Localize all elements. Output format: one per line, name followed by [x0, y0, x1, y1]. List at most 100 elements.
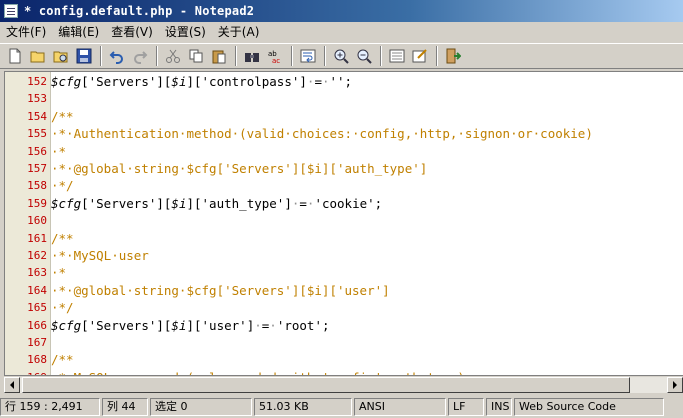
line-number-gutter: 152 153 154 155 156 157 158 159 160 161 162 163 164 1… — [5, 72, 51, 375]
code-editor[interactable]: 152 153 154 155 156 157 158 159 160 161 162 163 164 1… — [4, 71, 683, 376]
line-number: 157 — [27, 162, 47, 175]
code-token: ·*·@global·string·$cfg['Servers'][$i]['u… — [51, 282, 390, 298]
code-line: ·*·Authentication·method·(valid·choices:… — [51, 125, 593, 142]
code-token: ·*·Authentication·method·(valid·choices:… — [51, 126, 593, 142]
code-token: $i — [171, 317, 187, 333]
redo-button[interactable] — [129, 45, 151, 67]
code-line: ·*·MySQL·user — [51, 247, 149, 264]
undo-button[interactable] — [106, 45, 128, 67]
line-number: 169 — [5, 369, 47, 375]
menu-bar: 文件(F) 编辑(E) 查看(V) 设置(S) 关于(A) — [0, 22, 683, 42]
code-line: /** — [51, 351, 74, 368]
find-button[interactable] — [241, 45, 263, 67]
code-token: /** — [51, 108, 74, 124]
toolbar-separator — [380, 46, 382, 66]
new-file-icon — [9, 48, 21, 64]
replace-button[interactable]: ab ac — [264, 45, 286, 67]
code-token: ·*/ — [51, 300, 74, 316]
menu-about[interactable]: 关于(A) — [212, 23, 266, 41]
code-token: ['Servers'][ — [81, 317, 172, 333]
replace-icon: abac — [268, 50, 280, 64]
toolbar-separator — [291, 46, 293, 66]
notepad-app-icon[interactable] — [4, 4, 18, 18]
line-number: 153 — [27, 92, 47, 106]
line-number: 160 — [27, 214, 47, 228]
line-number: 163 — [27, 266, 47, 280]
scroll-thumb[interactable] — [22, 377, 630, 393]
code-token: ·* — [51, 143, 67, 159]
browse-button[interactable] — [50, 45, 72, 67]
arrow-right-icon — [673, 381, 677, 389]
cut-button[interactable] — [162, 45, 184, 67]
menu-settings[interactable]: 设置(S) — [159, 23, 212, 41]
code-line: ·*/ — [51, 177, 74, 194]
open-button[interactable] — [27, 45, 49, 67]
paste-icon — [212, 50, 226, 64]
code-line: ·*/ — [51, 299, 74, 316]
toolbar-separator — [235, 46, 237, 66]
zoom-in-icon — [334, 49, 349, 64]
status-encoding[interactable]: ANSI — [354, 397, 446, 416]
window-title: * config.default.php - Notepad2 — [24, 4, 255, 18]
status-line: 行 159 : 2,491 — [0, 397, 100, 416]
exit-button[interactable] — [442, 45, 464, 67]
toolbar-separator — [436, 46, 438, 66]
svg-text:ac: ac — [272, 57, 280, 64]
line-number: 161 — [27, 231, 47, 245]
scheme-icon — [389, 49, 405, 63]
word-wrap-button[interactable] — [297, 45, 319, 67]
menu-edit[interactable]: 编辑(E) — [52, 23, 105, 41]
zoom-out-icon — [357, 49, 372, 64]
redo-icon — [134, 51, 148, 64]
code-token: ]['controlpass'] — [186, 74, 307, 89]
find-icon — [245, 53, 259, 62]
code-line: ·* — [51, 143, 66, 160]
line-number: 165 — [27, 301, 47, 315]
line-number: 166 — [27, 318, 47, 332]
line-number: 164 — [27, 283, 47, 297]
code-token: $cfg — [51, 74, 82, 89]
code-token: ·* — [51, 265, 67, 281]
code-token: ·*·@global·string·$cfg['Servers'][$i]['a… — [51, 161, 428, 176]
new-file-button[interactable] — [4, 45, 26, 67]
scroll-left-button[interactable] — [4, 377, 20, 393]
code-token: $i — [171, 195, 187, 211]
code-token: · — [321, 74, 330, 89]
code-line: /** — [51, 230, 74, 247]
copy-button[interactable] — [185, 45, 207, 67]
code-token: ·*/ — [51, 178, 74, 194]
line-number: 162 — [27, 249, 47, 262]
title-bar[interactable]: * config.default.php - Notepad2 — [0, 0, 683, 22]
code-line: ·* — [51, 264, 66, 281]
horizontal-scrollbar[interactable] — [4, 376, 683, 393]
code-token: = — [314, 74, 322, 89]
status-syntax-scheme[interactable]: Web Source Code — [514, 397, 664, 416]
status-insert-mode[interactable]: INS — [486, 397, 512, 416]
open-folder-icon — [30, 51, 45, 63]
code-line: ·*·@global·string·$cfg['Servers'][$i]['a… — [51, 160, 427, 177]
status-file-size: 51.03 KB — [254, 397, 352, 416]
zoom-out-button[interactable] — [353, 45, 375, 67]
code-token: 'root'; — [276, 317, 330, 333]
zoom-in-button[interactable] — [330, 45, 352, 67]
status-selection: 选定 0 — [150, 397, 252, 416]
code-token: $cfg — [51, 195, 82, 211]
code-token: $i — [171, 74, 187, 89]
menu-file[interactable]: 文件(F) — [0, 23, 52, 41]
scroll-right-button[interactable] — [667, 377, 683, 393]
line-number: 167 — [27, 336, 47, 349]
customize-icon — [412, 49, 427, 63]
menu-view[interactable]: 查看(V) — [105, 23, 159, 41]
customize-button[interactable] — [409, 45, 431, 67]
code-token: · — [269, 317, 277, 333]
code-line: /** — [51, 108, 74, 125]
code-token: ]['auth_type'] — [186, 195, 292, 211]
paste-button[interactable] — [208, 45, 230, 67]
notepad2-window: * config.default.php - Notepad2 文件(F) 编辑… — [0, 0, 683, 418]
save-button[interactable] — [73, 45, 95, 67]
code-line: $cfg['Servers'][$i]['user']·=·'root'; — [51, 317, 330, 334]
line-number: 168 — [27, 353, 47, 367]
status-line-ending[interactable]: LF — [448, 397, 484, 416]
scheme-button[interactable] — [386, 45, 408, 67]
code-token: ''; — [329, 74, 353, 89]
